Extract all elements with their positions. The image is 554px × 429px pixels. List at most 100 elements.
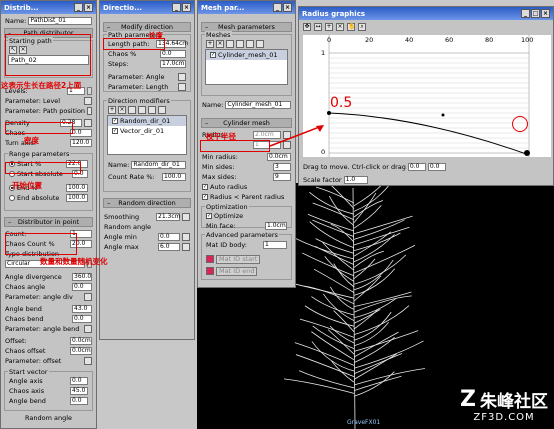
close-icon[interactable]: × xyxy=(84,3,93,12)
auto-radius-checkbox[interactable]: ✓ xyxy=(202,184,208,190)
minimize-icon[interactable]: _ xyxy=(273,3,282,12)
list-icon[interactable] xyxy=(158,106,166,114)
delete-point-icon[interactable]: × xyxy=(336,23,344,31)
list-icon[interactable] xyxy=(256,40,264,48)
zoom-icon[interactable]: ⌕ xyxy=(358,23,366,31)
mesh-name-field[interactable]: Cylinder_mesh_01 xyxy=(225,101,291,109)
watermark-url: ZF3D.COM xyxy=(473,412,535,423)
angle-min-field[interactable]: 0.0 xyxy=(158,233,180,241)
curve-icon[interactable] xyxy=(84,357,92,365)
list-icon[interactable] xyxy=(246,40,254,48)
mesh-list[interactable]: ✓ Cylinder_mesh_01 xyxy=(205,49,288,85)
list-icon[interactable] xyxy=(128,106,136,114)
list-icon[interactable] xyxy=(138,106,146,114)
list-item[interactable]: ✓ Vector_dir_01 xyxy=(108,126,186,136)
close-icon[interactable]: × xyxy=(182,3,191,12)
radius-titlebar[interactable]: Radius graphics _ □ × xyxy=(299,7,553,20)
move-icon[interactable]: ✥ xyxy=(303,23,311,31)
angle-div-label: Angle divergence xyxy=(5,273,62,281)
curve-icon[interactable] xyxy=(84,119,92,127)
close-icon[interactable]: × xyxy=(283,3,292,12)
list-item[interactable]: ✓ Random_dir_01 xyxy=(108,116,186,126)
min-face-field[interactable]: 1.0cm xyxy=(265,222,287,230)
chaos-offset-field[interactable]: 0.0cm xyxy=(70,347,92,355)
list-item[interactable]: ✓ Cylinder_mesh_01 xyxy=(206,50,287,60)
chaos-bend-field[interactable]: 0.0 xyxy=(72,315,92,323)
mat-id-end-button[interactable]: Mat ID end xyxy=(216,266,258,276)
curve-icon[interactable] xyxy=(182,233,190,241)
tree-branch xyxy=(327,329,355,355)
tick-label: 100 xyxy=(521,36,534,44)
name-field[interactable]: PathDist_01 xyxy=(28,17,92,25)
tick-label: 80 xyxy=(485,36,494,44)
x-value-field[interactable]: 0.0 xyxy=(407,163,426,171)
smoothing-field[interactable]: 21.3cm xyxy=(156,213,181,221)
end-absolute-radio[interactable] xyxy=(9,195,15,201)
curve-icon[interactable] xyxy=(182,213,190,221)
curve-icon[interactable] xyxy=(84,325,92,333)
chaos-field[interactable]: 0.0 xyxy=(70,129,92,137)
curve-icon[interactable] xyxy=(87,107,92,115)
angle-div-field[interactable]: 360.0 xyxy=(72,273,92,281)
mat-id-field[interactable]: 1 xyxy=(263,241,287,249)
modifier-name-field[interactable]: Random_dir_01 xyxy=(131,161,186,169)
add-point-icon[interactable]: + xyxy=(325,23,333,31)
maximize-icon[interactable]: □ xyxy=(531,9,540,18)
direction-title: Directio... xyxy=(103,3,143,12)
minimize-icon[interactable]: _ xyxy=(521,9,530,18)
chaos-bend-label: Chaos bend xyxy=(5,315,44,323)
end-field[interactable]: 100.0 xyxy=(66,184,88,192)
y-value-field[interactable]: 0.0 xyxy=(427,163,446,171)
add-icon[interactable]: + xyxy=(206,40,214,48)
min-sides-field[interactable]: 3 xyxy=(273,163,291,171)
checkbox[interactable]: ✓ xyxy=(112,118,118,124)
optimize-checkbox[interactable]: ✓ xyxy=(206,213,212,219)
close-icon[interactable]: × xyxy=(541,9,550,18)
count-rate-field[interactable]: 100.0 xyxy=(162,173,186,181)
turn-axis-field[interactable]: 120.0 xyxy=(70,139,92,147)
delete-icon[interactable]: × xyxy=(118,106,126,114)
max-sides-field[interactable]: 9 xyxy=(273,173,291,181)
minimize-icon[interactable]: _ xyxy=(172,3,181,12)
list-icon[interactable] xyxy=(226,40,234,48)
add-icon[interactable]: + xyxy=(108,106,116,114)
chaos-axis-field[interactable]: 45.0 xyxy=(70,387,88,395)
chaos-angle-field[interactable]: 0.0 xyxy=(72,283,92,291)
tree-branch xyxy=(353,308,380,330)
distributor-titlebar[interactable]: Distrib... _ × xyxy=(1,1,96,14)
scale-icon[interactable]: ↔ xyxy=(314,23,322,31)
curve-icon[interactable] xyxy=(84,293,92,301)
curve-icon[interactable] xyxy=(178,73,186,81)
spinner-arrows[interactable] xyxy=(87,87,92,95)
steps-field[interactable]: 17.0cm xyxy=(160,60,186,68)
angle-max-field[interactable]: 6.0 xyxy=(158,243,180,251)
chaos-field[interactable]: 0.0 xyxy=(160,50,186,58)
min-radius-field[interactable]: 0.0cm xyxy=(267,153,291,161)
curve-icon[interactable] xyxy=(182,243,190,251)
scale-field[interactable]: 1.0 xyxy=(343,176,368,184)
status-bar: Drag to move. Ctrl-click or drag 0.0 0.0 xyxy=(299,162,554,172)
mesh-titlebar[interactable]: Mesh par... _ × xyxy=(198,1,295,14)
direction-titlebar[interactable]: Directio... _ × xyxy=(100,1,194,14)
minimize-icon[interactable]: _ xyxy=(74,3,83,12)
modifier-list[interactable]: ✓ Random_dir_01 ✓ Vector_dir_01 xyxy=(107,115,187,155)
list-icon[interactable] xyxy=(148,106,156,114)
curve-icon[interactable] xyxy=(84,97,92,105)
angle-bend-field[interactable]: 43.0 xyxy=(72,305,92,313)
material-icon[interactable] xyxy=(206,255,214,263)
angle-bend2-field[interactable]: 0.0 xyxy=(70,397,88,405)
rollout-distributor-point[interactable]: Distributor in point xyxy=(4,217,93,227)
checkbox[interactable]: ✓ xyxy=(210,52,216,58)
rollout-random-direction[interactable]: Random direction xyxy=(103,198,191,208)
checkbox[interactable]: ✓ xyxy=(112,128,118,134)
curve-icon[interactable] xyxy=(178,83,186,91)
mat-id-start-button[interactable]: Mat ID start xyxy=(216,254,261,264)
offset-field[interactable]: 0.0cm xyxy=(70,337,92,345)
angle-axis-field[interactable]: 0.0 xyxy=(70,377,88,385)
material-icon[interactable] xyxy=(206,267,214,275)
end-abs-field[interactable]: 100.0 xyxy=(66,194,88,202)
radius-parent-checkbox[interactable]: ✓ xyxy=(202,194,208,200)
list-icon[interactable] xyxy=(236,40,244,48)
delete-icon[interactable]: × xyxy=(216,40,224,48)
pan-icon[interactable]: ✋ xyxy=(347,23,355,31)
